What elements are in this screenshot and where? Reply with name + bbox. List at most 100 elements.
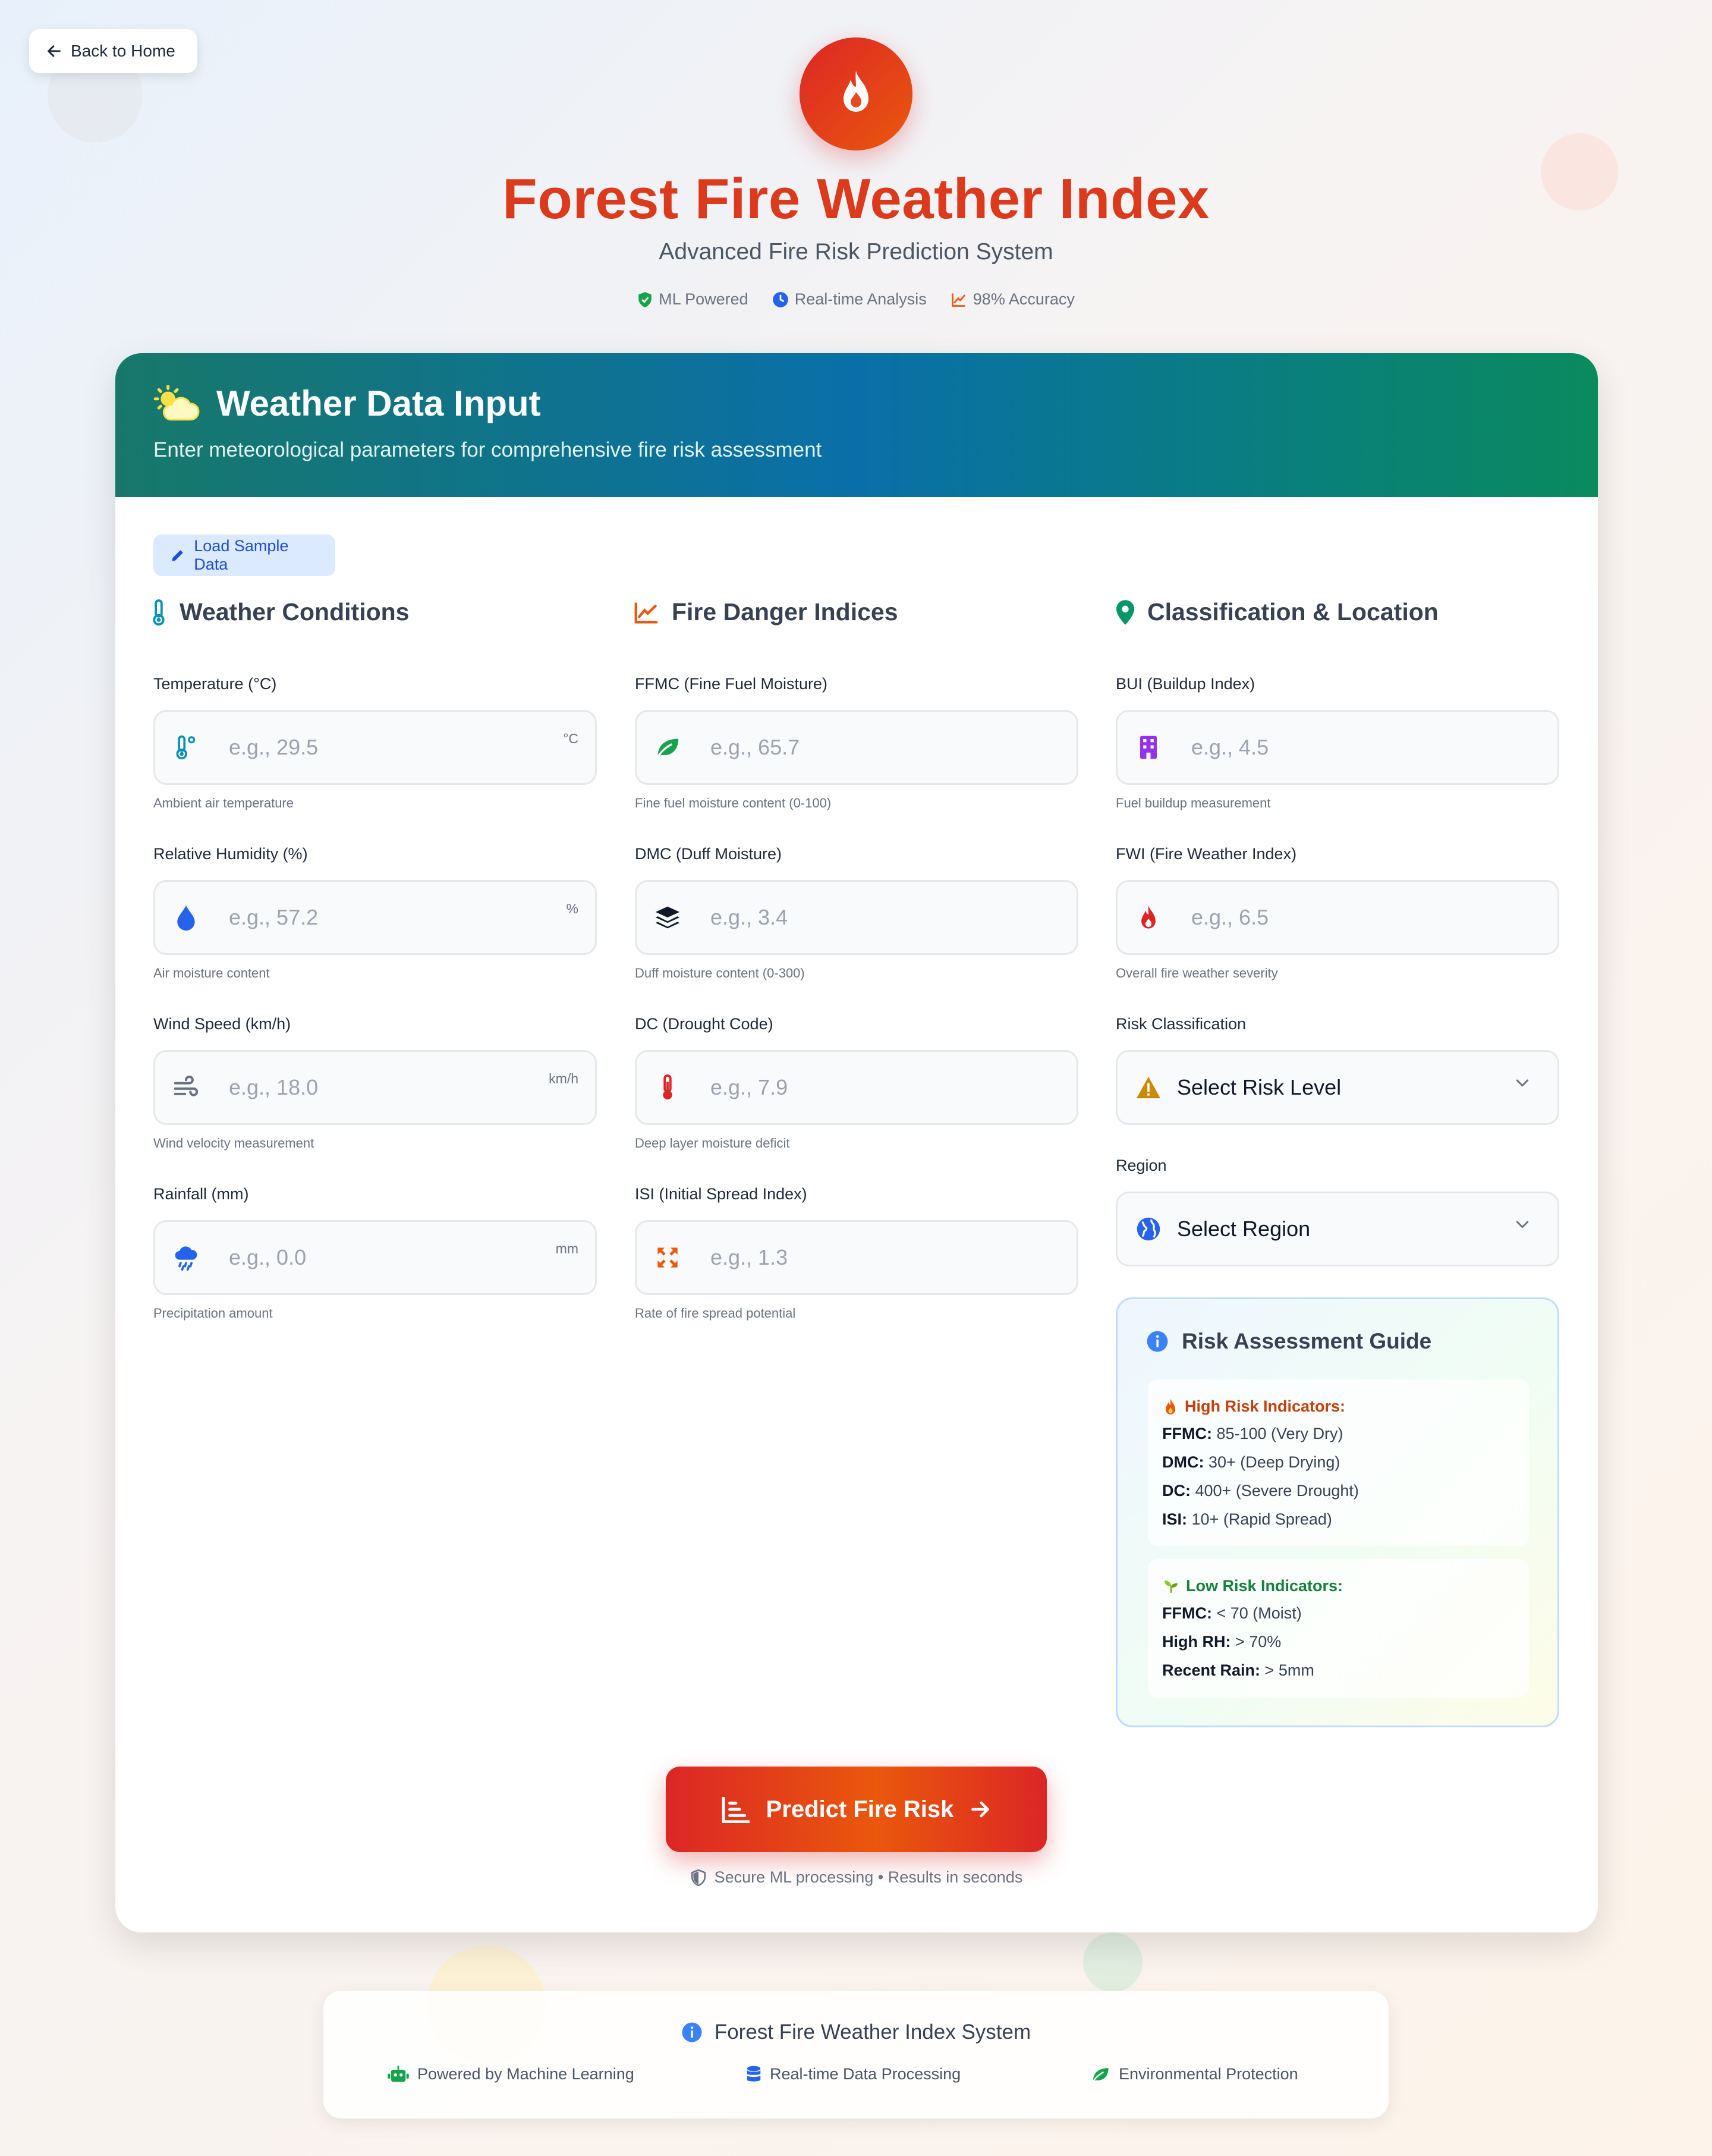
isi-hint: Rate of fire spread potential <box>635 1306 796 1321</box>
card-title: Weather Data Input <box>216 384 541 423</box>
risk-assessment-guide: Risk Assessment Guide High Risk Indicato… <box>1116 1297 1559 1727</box>
risk-classification-label: Risk Classification <box>1116 1015 1247 1033</box>
footer-item-ml: Powered by Machine Learning <box>388 2065 634 2083</box>
back-to-home-button[interactable]: Back to Home <box>29 29 197 73</box>
back-label: Back to Home <box>71 42 175 60</box>
page-subtitle: Advanced Fire Risk Prediction System <box>659 239 1053 265</box>
isi-input[interactable]: e.g., 1.3 <box>635 1220 1078 1295</box>
dc-hint: Deep layer moisture deficit <box>635 1136 790 1151</box>
dc-label: DC (Drought Code) <box>635 1015 773 1033</box>
low-risk-item: High RH: > 70% <box>1162 1633 1282 1651</box>
predict-fire-risk-button[interactable]: Predict Fire Risk <box>666 1767 1047 1852</box>
card-description: Enter meteorological parameters for comp… <box>153 438 822 461</box>
low-risk-item: Recent Rain: > 5mm <box>1162 1661 1314 1679</box>
warning-icon <box>1137 1076 1160 1099</box>
secure-note: Secure ML processing • Results in second… <box>115 1868 1598 1887</box>
fwi-placeholder: e.g., 6.5 <box>1191 905 1269 929</box>
high-risk-item: ISI: 10+ (Rapid Spread) <box>1162 1510 1332 1528</box>
unit-label: % <box>566 901 578 916</box>
wind-speed-input[interactable]: e.g., 18.0 km/h <box>153 1050 597 1125</box>
dmc-hint: Duff moisture content (0-300) <box>635 966 805 980</box>
bui-hint: Fuel buildup measurement <box>1116 796 1271 810</box>
feature-badges: ML Powered Real-time Analysis 98% Accura… <box>0 290 1712 309</box>
database-icon <box>747 2066 761 2082</box>
pencil-icon <box>172 550 183 561</box>
sun-cloud-icon <box>153 385 200 420</box>
fire-danger-heading: Fire Danger Indices <box>634 598 898 626</box>
footer-card: Forest Fire Weather Index System Powered… <box>323 1991 1389 2119</box>
classification-heading: Classification & Location <box>1115 598 1439 626</box>
wind-speed-label: Wind Speed (km/h) <box>153 1015 291 1033</box>
guide-title: Risk Assessment Guide <box>1182 1329 1432 1353</box>
leaf-icon <box>1091 2067 1109 2083</box>
fwi-hint: Overall fire weather severity <box>1116 966 1278 980</box>
thermometer-icon <box>176 735 196 760</box>
fire-icon <box>1141 905 1156 929</box>
arrow-right-icon <box>971 1801 990 1818</box>
low-risk-heading: Low Risk Indicators: <box>1186 1577 1343 1595</box>
humidity-label: Relative Humidity (%) <box>153 845 308 863</box>
seedling-icon <box>1165 1580 1178 1593</box>
dmc-placeholder: e.g., 3.4 <box>710 905 788 929</box>
unit-label: mm <box>555 1241 578 1256</box>
wind-speed-hint: Wind velocity measurement <box>153 1136 314 1151</box>
bui-input[interactable]: e.g., 4.5 <box>1116 710 1559 785</box>
droplet-icon <box>177 905 195 931</box>
dc-input[interactable]: e.g., 7.9 <box>635 1050 1078 1125</box>
globe-icon <box>1137 1217 1160 1241</box>
unit-label: km/h <box>549 1071 578 1086</box>
fire-icon <box>844 71 868 112</box>
bui-placeholder: e.g., 4.5 <box>1191 735 1269 759</box>
isi-placeholder: e.g., 1.3 <box>710 1245 788 1269</box>
region-value: Select Region <box>1177 1217 1311 1241</box>
weather-conditions-heading: Weather Conditions <box>150 598 409 626</box>
expand-arrows-icon <box>657 1247 678 1268</box>
info-icon <box>1147 1331 1168 1352</box>
chart-line-icon <box>634 602 658 624</box>
temperature-hint: Ambient air temperature <box>153 796 294 810</box>
load-sample-data-button[interactable]: Load Sample Data <box>153 535 335 576</box>
map-pin-icon <box>1116 599 1135 625</box>
high-risk-heading: High Risk Indicators: <box>1185 1397 1346 1415</box>
temperature-input[interactable]: e.g., 29.5 °C <box>153 710 597 785</box>
chart-line-icon <box>951 293 965 307</box>
ffmc-hint: Fine fuel moisture content (0-100) <box>635 796 832 810</box>
temperature-placeholder: e.g., 29.5 <box>229 735 319 759</box>
rainfall-input[interactable]: e.g., 0.0 mm <box>153 1220 597 1295</box>
footer-title: Forest Fire Weather Index System <box>714 2020 1031 2044</box>
robot-icon <box>388 2065 409 2082</box>
thermometer-hot-icon <box>663 1074 672 1100</box>
chart-bar-icon <box>722 1797 750 1823</box>
chevron-down-icon <box>1516 1079 1529 1087</box>
footer-item-data: Real-time Data Processing <box>746 2065 961 2083</box>
isi-label: ISI (Initial Spread Index) <box>635 1185 807 1203</box>
low-risk-item: FFMC: < 70 (Moist) <box>1162 1604 1302 1622</box>
badge-accuracy: 98% Accuracy <box>951 290 1075 309</box>
dmc-input[interactable]: e.g., 3.4 <box>635 880 1078 955</box>
high-risk-item: DC: 400+ (Severe Drought) <box>1162 1482 1359 1500</box>
risk-level-select[interactable]: Select Risk Level <box>1116 1050 1559 1125</box>
info-icon <box>682 2022 702 2042</box>
fwi-input[interactable]: e.g., 6.5 <box>1116 880 1559 955</box>
layers-icon <box>655 906 680 929</box>
high-risk-box: High Risk Indicators: FFMC: 85-100 (Very… <box>1148 1379 1529 1546</box>
region-select[interactable]: Select Region <box>1116 1192 1559 1266</box>
bui-label: BUI (Buildup Index) <box>1116 675 1255 693</box>
fwi-label: FWI (Fire Weather Index) <box>1116 845 1297 863</box>
card-header: Weather Data Input Enter meteorological … <box>115 353 1598 497</box>
badge-realtime: Real-time Analysis <box>772 290 927 309</box>
leaf-icon <box>656 738 679 759</box>
dc-placeholder: e.g., 7.9 <box>710 1075 788 1099</box>
humidity-input[interactable]: e.g., 57.2 % <box>153 880 597 955</box>
unit-label: °C <box>563 731 578 746</box>
rainfall-placeholder: e.g., 0.0 <box>229 1245 307 1269</box>
dmc-label: DMC (Duff Moisture) <box>635 845 782 863</box>
rainfall-hint: Precipitation amount <box>153 1306 273 1321</box>
arrow-left-icon <box>48 45 61 57</box>
wind-icon <box>174 1076 199 1096</box>
chevron-down-icon <box>1516 1221 1529 1228</box>
ffmc-input[interactable]: e.g., 65.7 <box>635 710 1078 785</box>
ffmc-label: FFMC (Fine Fuel Moisture) <box>635 675 828 693</box>
humidity-hint: Air moisture content <box>153 966 270 980</box>
footer-item-environment: Environmental Protection <box>1090 2065 1298 2083</box>
